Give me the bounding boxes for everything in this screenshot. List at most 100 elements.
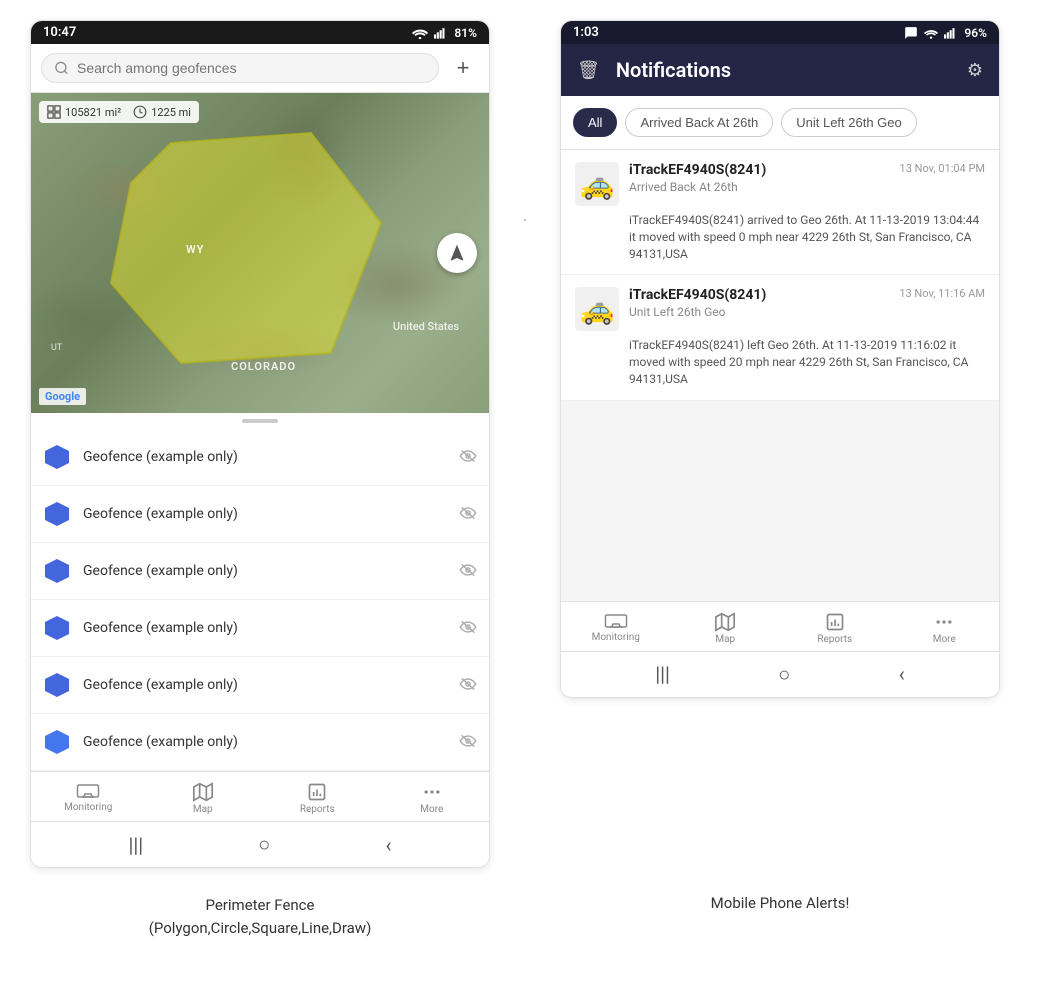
add-geofence-button[interactable]: + xyxy=(447,52,479,84)
more-icon xyxy=(934,612,954,632)
recent-apps-button[interactable]: ||| xyxy=(129,833,144,857)
list-item[interactable]: Geofence (example only) xyxy=(31,543,489,600)
notification-header: 🚕 iTrackEF4940S(8241) Arrived Back At 26… xyxy=(575,162,985,206)
back-button[interactable]: ‹ xyxy=(899,662,905,686)
more-icon xyxy=(422,782,442,802)
map-icon xyxy=(193,782,213,802)
geofence-list: Geofence (example only) Geofence (exampl… xyxy=(31,429,489,771)
right-phone: 1:03 96% xyxy=(560,20,1000,698)
event-type: Unit Left 26th Geo xyxy=(629,305,889,319)
signal-icon xyxy=(434,27,448,39)
wifi-icon xyxy=(412,27,428,39)
map-label-us: United States xyxy=(393,320,459,333)
nav-reports-label: Reports xyxy=(817,634,852,645)
reports-icon xyxy=(825,612,845,632)
empty-area xyxy=(561,401,999,601)
nav-map[interactable]: Map xyxy=(671,608,781,649)
left-bottom-nav: Monitoring Map Reports xyxy=(31,771,489,821)
visibility-toggle[interactable] xyxy=(459,619,477,638)
distance-stat: 1225 mi xyxy=(133,105,191,119)
scroll-indicator xyxy=(31,413,489,429)
message-icon xyxy=(904,26,918,40)
nav-reports[interactable]: Reports xyxy=(260,778,375,819)
nav-reports-label: Reports xyxy=(300,804,335,815)
delete-button[interactable]: 🗑 xyxy=(577,60,600,81)
search-input-wrap[interactable] xyxy=(41,53,439,83)
notification-header: 🚕 iTrackEF4940S(8241) Unit Left 26th Geo… xyxy=(575,287,985,331)
home-button[interactable]: ○ xyxy=(258,832,270,857)
nav-more[interactable]: More xyxy=(375,778,490,819)
left-phone: 10:47 81% xyxy=(30,20,490,868)
visibility-toggle[interactable] xyxy=(459,676,477,695)
filter-tab-unit-left[interactable]: Unit Left 26th Geo xyxy=(781,108,917,137)
filter-tab-all[interactable]: All xyxy=(573,108,617,137)
google-logo: Google xyxy=(39,388,86,405)
caption-spacer xyxy=(520,894,530,939)
search-input[interactable] xyxy=(77,60,426,76)
settings-button[interactable]: ⚙ xyxy=(967,60,983,81)
home-button[interactable]: ○ xyxy=(778,662,790,687)
right-bottom-nav: Monitoring Map Reports xyxy=(561,601,999,651)
recent-apps-button[interactable]: ||| xyxy=(655,662,670,686)
geo-item-label: Geofence (example only) xyxy=(83,620,447,636)
notification-time: 13 Nov, 01:04 PM xyxy=(900,162,985,175)
geo-item-label: Geofence (example only) xyxy=(83,563,447,579)
nav-map[interactable]: Map xyxy=(146,778,261,819)
nav-more[interactable]: More xyxy=(890,608,1000,649)
visibility-toggle[interactable] xyxy=(459,505,477,524)
left-status-icons: 81% xyxy=(412,26,477,40)
nav-more-label: More xyxy=(933,634,956,645)
map-background: 105821 mi² 1225 mi WY United States COLO… xyxy=(31,93,489,413)
right-status-icons: 96% xyxy=(904,26,987,40)
monitoring-icon xyxy=(604,612,628,630)
list-item[interactable]: Geofence (example only) xyxy=(31,657,489,714)
left-status-bar: 10:47 81% xyxy=(31,21,489,44)
search-icon xyxy=(54,60,69,76)
nav-monitoring[interactable]: Monitoring xyxy=(31,778,146,819)
geofence-icon xyxy=(43,728,71,756)
geo-item-label: Geofence (example only) xyxy=(83,506,447,522)
list-item[interactable]: Geofence (example only) xyxy=(31,600,489,657)
left-time: 10:47 xyxy=(43,25,76,40)
nav-monitoring[interactable]: Monitoring xyxy=(561,608,671,649)
back-button[interactable]: ‹ xyxy=(385,833,391,857)
notification-body: iTrackEF4940S(8241) arrived to Geo 26th.… xyxy=(575,212,985,262)
nav-monitoring-label: Monitoring xyxy=(592,632,640,643)
list-item[interactable]: Geofence (example only) xyxy=(31,429,489,486)
notifications-title: Notifications xyxy=(616,58,951,82)
left-caption: Perimeter Fence(Polygon,Circle,Square,Li… xyxy=(30,894,490,939)
signal-icon xyxy=(944,27,958,39)
notification-item[interactable]: 🚕 iTrackEF4940S(8241) Arrived Back At 26… xyxy=(561,150,999,275)
geo-item-label: Geofence (example only) xyxy=(83,734,447,750)
list-item[interactable]: Geofence (example only) xyxy=(31,486,489,543)
right-time: 1:03 xyxy=(573,25,599,40)
vehicle-avatar: 🚕 xyxy=(575,162,619,206)
geofence-icon xyxy=(43,500,71,528)
right-caption: Mobile Phone Alerts! xyxy=(560,894,1000,939)
list-item[interactable]: Geofence (example only) xyxy=(31,714,489,771)
notification-info: iTrackEF4940S(8241) Unit Left 26th Geo xyxy=(629,287,889,319)
filter-tab-arrived[interactable]: Arrived Back At 26th xyxy=(625,108,773,137)
right-phone-nav-bar: ||| ○ ‹ xyxy=(561,651,999,697)
notification-item[interactable]: 🚕 iTrackEF4940S(8241) Unit Left 26th Geo… xyxy=(561,275,999,400)
navigation-button[interactable] xyxy=(437,233,477,273)
area-stat: 105821 mi² xyxy=(47,105,121,119)
area-icon xyxy=(47,105,61,119)
right-battery: 96% xyxy=(964,26,987,40)
nav-monitoring-label: Monitoring xyxy=(64,802,112,813)
visibility-toggle[interactable] xyxy=(459,562,477,581)
map-area: 105821 mi² 1225 mi WY United States COLO… xyxy=(31,93,489,413)
nav-reports[interactable]: Reports xyxy=(780,608,890,649)
notification-time: 13 Nov, 11:16 AM xyxy=(899,287,985,300)
visibility-toggle[interactable] xyxy=(459,733,477,752)
geofence-polygon xyxy=(91,123,391,383)
notifications-header: 🗑 Notifications ⚙ xyxy=(561,44,999,96)
vehicle-avatar: 🚕 xyxy=(575,287,619,331)
search-bar: + xyxy=(31,44,489,93)
nav-map-label: Map xyxy=(715,634,735,645)
geofence-icon xyxy=(43,443,71,471)
scroll-dot xyxy=(242,419,278,423)
compass-icon xyxy=(447,243,467,263)
car-icon: 🚕 xyxy=(580,293,615,326)
visibility-toggle[interactable] xyxy=(459,448,477,467)
